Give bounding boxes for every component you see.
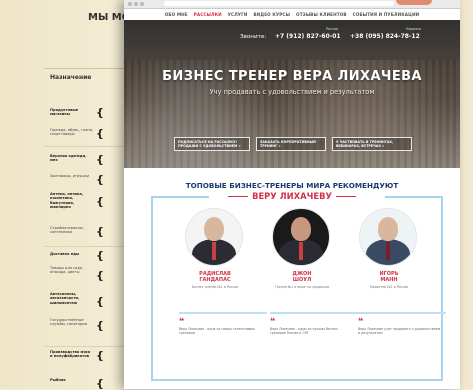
site-tab-badge[interactable]: [396, 0, 432, 5]
list-item: Производство мяса и полуфабрикатов: [50, 350, 91, 359]
phone-ukraine[interactable]: +38 (095) 824-78-12: [350, 33, 420, 40]
brace-icon: {: [96, 377, 104, 390]
order-training-button[interactable]: ЗАКАЗАТЬ КОРПОРАТИВНЫЙ ТРЕНИНГ »: [256, 137, 326, 151]
divider: [358, 312, 446, 314]
recommender-last-name: МАНН: [380, 277, 398, 283]
brace-icon: {: [96, 106, 104, 119]
list-item: Одежда, обувь, ткани, спорттовары: [50, 128, 94, 137]
subscribe-button[interactable]: ПОДПИСАТЬСЯ НА РАССЫЛКУ! ПРОДАЖИ С УДОВО…: [174, 137, 250, 151]
phone-country-ukraine: Украина: [406, 27, 421, 31]
list-item: Аптеки, оптика, косметика, бижутерия, юв…: [50, 192, 84, 210]
divider: [179, 312, 267, 314]
recommender-description: Маркетер №1 в России: [369, 285, 409, 289]
testimonial-text: Вера Лихачева - одна из самых талантливы…: [179, 327, 255, 335]
browser-toolbar: [124, 0, 460, 9]
brace-icon: {: [96, 225, 104, 238]
list-item: Товары для сада, огорода, цветы: [50, 266, 84, 275]
recommender-last-name: ГАНДАПАС: [199, 277, 231, 283]
column-header: Назначение: [50, 74, 92, 81]
quote-icon: ❝: [179, 317, 185, 327]
divider: [44, 68, 124, 69]
recommender-last-name: ШОУЛ: [292, 277, 312, 283]
address-bar[interactable]: [164, 1, 394, 6]
browser-window: ОБО МНЕ РАССЫЛКИ УСЛУГИ ВИДЕО КУРСЫ ОТЗЫ…: [124, 0, 460, 389]
nav-item-video-courses[interactable]: ВИДЕО КУРСЫ: [254, 12, 291, 17]
recommender-description: Бизнес тренер №1 в России: [191, 285, 239, 289]
brace-icon: {: [96, 349, 104, 362]
list-item: Доставка еды: [50, 252, 80, 256]
nav-item-events[interactable]: СОБЫТИЯ И ПУБЛИКАЦИИ: [353, 12, 420, 17]
list-item: Рыбная: [50, 378, 66, 382]
divider: [44, 146, 124, 147]
window-close-icon[interactable]: [128, 2, 132, 6]
list-item: Государственные службы, санатории: [50, 318, 87, 327]
brace-icon: {: [96, 269, 104, 282]
quote-icon: ❝: [270, 317, 276, 327]
list-item: Автосалоны, автозапчасти, шиномонтаж: [50, 292, 80, 305]
nav-item-about[interactable]: ОБО МНЕ: [165, 12, 188, 17]
divider: [270, 312, 358, 314]
brace-icon: {: [96, 173, 104, 186]
brace-icon: {: [96, 319, 104, 332]
avatar: [272, 208, 330, 266]
join-events-button[interactable]: У ЧАСТВОВАТЬ В ТРЕНИНГАХ, ВЕБИНАРАХ, ВСТ…: [332, 137, 412, 151]
brace-icon: {: [96, 195, 104, 208]
call-label: Звоните:: [240, 34, 267, 40]
avatar: [185, 208, 243, 266]
list-item: Верхняя одежда, мех: [50, 154, 87, 163]
list-item: Стройматериалы, сантехника: [50, 226, 84, 235]
nav-item-reviews[interactable]: ОТЗЫВЫ КЛИЕНТОВ: [296, 12, 347, 17]
divider: [44, 346, 124, 347]
testimonial-text: Вера Лихачева учит продавать с удовольст…: [358, 327, 441, 335]
hero-banner: Звоните: Россия Украина +7 (912) 827-60-…: [124, 20, 460, 168]
hero-subheadline: Учу продавать с удовольствием и результа…: [209, 88, 375, 96]
divider: [44, 246, 124, 247]
quote-icon: ❝: [358, 317, 364, 327]
phone-country-russia: Россия: [326, 27, 339, 31]
site-nav: ОБО МНЕ РАССЫЛКИ УСЛУГИ ВИДЕО КУРСЫ ОТЗЫ…: [124, 9, 460, 20]
nav-item-newsletters[interactable]: РАССЫЛКИ: [194, 12, 222, 17]
testimonial-text: Вера Лихачева - один из лучших бизнес-тр…: [270, 327, 339, 335]
section-title: ТОПОВЫЕ БИЗНЕС-ТРЕНЕРЫ МИРА РЕКОМЕНДУЮТ: [185, 181, 399, 190]
window-maximize-icon[interactable]: [140, 2, 144, 6]
hero-headline: БИЗНЕС ТРЕНЕР ВЕРА ЛИХАЧЕВА: [162, 69, 422, 84]
brace-icon: {: [96, 127, 104, 140]
window-minimize-icon[interactable]: [134, 2, 138, 6]
brace-icon: {: [96, 153, 104, 166]
list-item: Зоотовары, игрушки: [50, 174, 90, 178]
nav-item-services[interactable]: УСЛУГИ: [228, 12, 248, 17]
phone-russia[interactable]: +7 (912) 827-60-01: [275, 33, 341, 40]
brace-icon: {: [96, 295, 104, 308]
brace-icon: {: [96, 249, 104, 262]
avatar: [359, 208, 417, 266]
list-item: Продуктовые магазины: [50, 108, 79, 117]
recommender-description: Тренер №1 в мире по продажам: [274, 285, 330, 289]
